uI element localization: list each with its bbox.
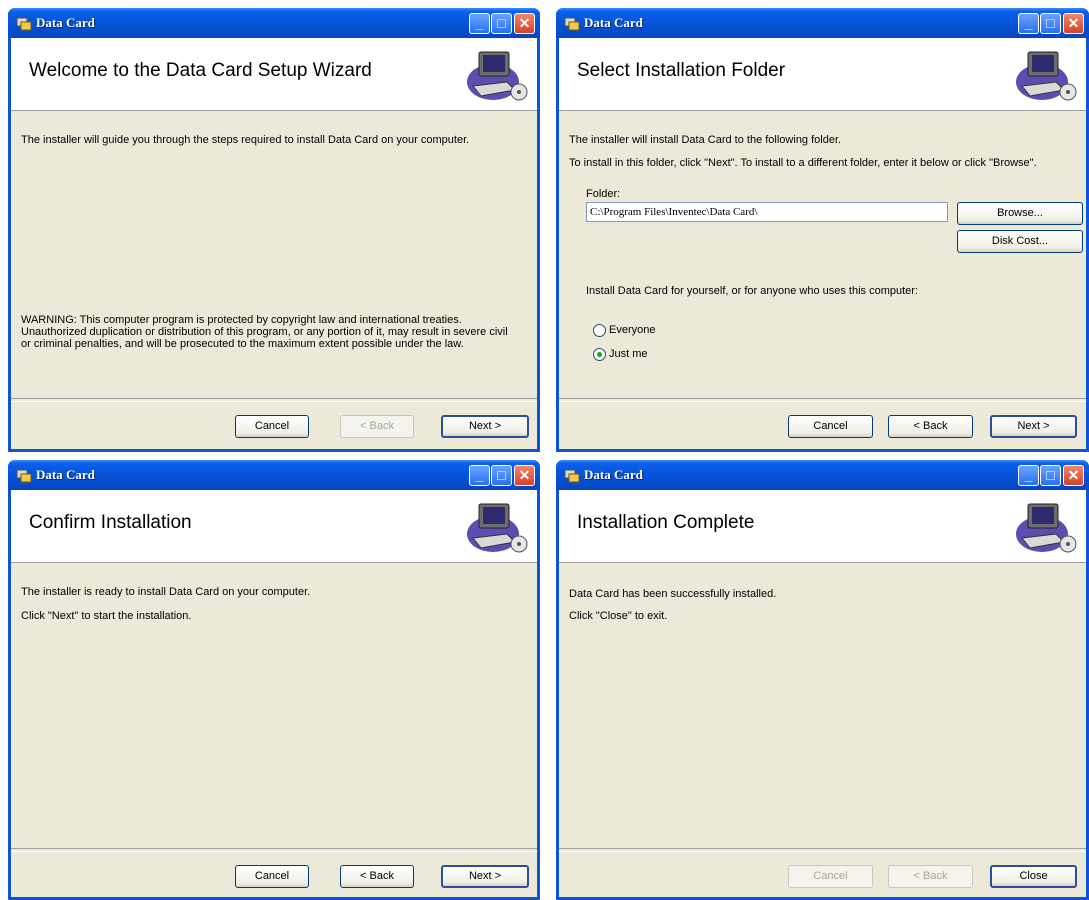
title-bar[interactable]: Data Card _ □ ✕	[556, 8, 1089, 38]
close-button[interactable]: ✕	[514, 465, 535, 486]
everyone-radio[interactable]	[593, 324, 606, 337]
footer-divider	[11, 848, 537, 852]
cancel-button[interactable]: Cancel	[235, 415, 309, 438]
maximize-button[interactable]: □	[491, 465, 512, 486]
cancel-button[interactable]: Cancel	[788, 865, 873, 888]
close-icon: ✕	[1067, 15, 1080, 31]
minimize-button[interactable]: _	[1018, 13, 1039, 34]
minimize-icon: _	[1024, 15, 1033, 31]
intro-text: The installer will guide you through the…	[21, 134, 470, 146]
close-button[interactable]: ✕	[1063, 465, 1084, 486]
page-title: Installation Complete	[577, 512, 755, 533]
minimize-icon: _	[475, 15, 484, 31]
footer-divider	[11, 398, 537, 402]
title-bar[interactable]: Data Card _ □ ✕	[8, 460, 540, 490]
minimize-button[interactable]: _	[469, 13, 490, 34]
info-line-2: Click "Next" to start the installation.	[21, 610, 192, 622]
minimize-button[interactable]: _	[469, 465, 490, 486]
title-bar[interactable]: Data Card _ □ ✕	[8, 8, 540, 38]
window-title: Data Card	[584, 467, 643, 482]
cancel-button[interactable]: Cancel	[235, 865, 309, 888]
window-title: Data Card	[584, 15, 643, 30]
folder-label: Folder:	[586, 188, 621, 200]
banner: Welcome to the Data Card Setup Wizard	[11, 38, 537, 111]
minimize-icon: _	[1024, 467, 1033, 483]
complete-window: Data Card _ □ ✕ Installation Complete Da…	[556, 460, 1089, 900]
window-title: Data Card	[36, 15, 95, 30]
just-me-radio[interactable]	[593, 348, 606, 361]
welcome-window: Data Card _ □ ✕ Welcome to the Data Card…	[8, 8, 540, 452]
banner: Installation Complete	[559, 490, 1086, 563]
warning-line-1: WARNING: This computer program is protec…	[21, 314, 462, 326]
everyone-label[interactable]: Everyone	[609, 324, 655, 336]
installer-icon	[16, 469, 32, 483]
maximize-icon: □	[497, 467, 506, 483]
close-icon: ✕	[518, 15, 531, 31]
computer-cd-icon	[1016, 503, 1077, 553]
close-icon: ✕	[518, 467, 531, 483]
folder-window: Data Card _ □ ✕ Select Installation Fold…	[556, 8, 1089, 452]
info-line-1: Data Card has been successfully installe…	[569, 588, 777, 600]
banner: Confirm Installation	[11, 490, 537, 563]
footer-divider	[559, 398, 1086, 402]
installer-icon	[564, 17, 580, 31]
page-title: Confirm Installation	[29, 512, 192, 533]
back-button[interactable]: < Back	[888, 865, 973, 888]
minimize-icon: _	[475, 467, 484, 483]
info-line-1: The installer is ready to install Data C…	[21, 586, 311, 598]
disk-cost-button[interactable]: Disk Cost...	[957, 230, 1083, 253]
maximize-button[interactable]: □	[1040, 13, 1061, 34]
cancel-button[interactable]: Cancel	[788, 415, 873, 438]
maximize-icon: □	[497, 15, 506, 31]
maximize-icon: □	[1046, 467, 1055, 483]
computer-cd-icon	[1016, 51, 1077, 101]
back-button[interactable]: < Back	[340, 865, 414, 888]
installer-icon	[564, 469, 580, 483]
maximize-button[interactable]: □	[1040, 465, 1061, 486]
page-title: Welcome to the Data Card Setup Wizard	[29, 60, 372, 81]
back-button[interactable]: < Back	[340, 415, 414, 438]
footer-divider	[559, 848, 1086, 852]
radio-selected-dot	[597, 352, 602, 357]
page-title: Select Installation Folder	[577, 60, 786, 81]
window-client: Confirm Installation The installer is re…	[11, 490, 537, 897]
close-button[interactable]: ✕	[514, 13, 535, 34]
back-button[interactable]: < Back	[888, 415, 973, 438]
minimize-button[interactable]: _	[1018, 465, 1039, 486]
warning-line-2: Unauthorized duplication or distribution…	[21, 326, 508, 338]
computer-cd-icon	[467, 51, 528, 101]
next-button[interactable]: Next >	[441, 415, 529, 438]
warning-line-3: or criminal penalties, and will be prose…	[21, 338, 464, 350]
close-icon: ✕	[1067, 467, 1080, 483]
close-button[interactable]: ✕	[1063, 13, 1084, 34]
just-me-label[interactable]: Just me	[609, 348, 648, 360]
next-button[interactable]: Next >	[990, 415, 1077, 438]
title-bar[interactable]: Data Card _ □ ✕	[556, 460, 1089, 490]
next-button[interactable]: Next >	[441, 865, 529, 888]
maximize-icon: □	[1046, 15, 1055, 31]
confirm-window: Data Card _ □ ✕ Confirm Installation The…	[8, 460, 540, 900]
banner: Select Installation Folder	[559, 38, 1086, 111]
info-line-2: Click "Close" to exit.	[569, 610, 668, 622]
install-for-text: Install Data Card for yourself, or for a…	[586, 285, 918, 297]
folder-input[interactable]: C:\Program Files\Inventec\Data Card\	[586, 202, 948, 222]
window-client: Welcome to the Data Card Setup Wizard Th…	[11, 38, 537, 449]
window-client: Installation Complete Data Card has been…	[559, 490, 1086, 897]
info-line-1: The installer will install Data Card to …	[569, 134, 842, 146]
browse-button[interactable]: Browse...	[957, 202, 1083, 225]
maximize-button[interactable]: □	[491, 13, 512, 34]
window-title: Data Card	[36, 467, 95, 482]
window-client: Select Installation Folder The installer…	[559, 38, 1086, 449]
close-wizard-button[interactable]: Close	[990, 865, 1077, 888]
installer-icon	[16, 17, 32, 31]
info-line-2: To install in this folder, click "Next".…	[569, 157, 1037, 169]
computer-cd-icon	[467, 503, 528, 553]
